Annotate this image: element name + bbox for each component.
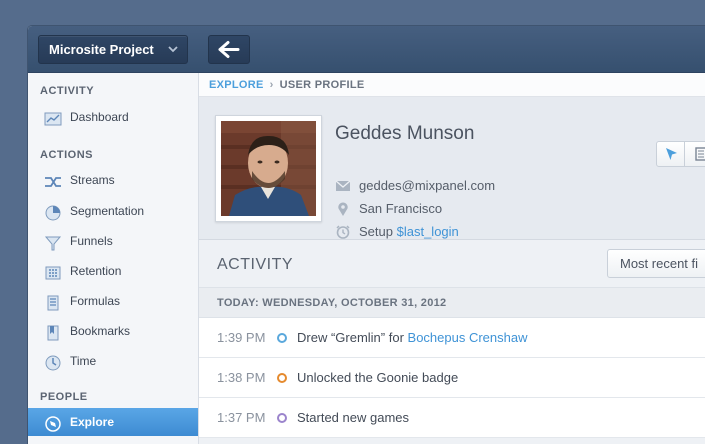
activity-row: 1:38 PM Unlocked the Goonie badge [199,358,705,398]
sidebar-item-time[interactable]: Time [28,347,198,375]
sidebar-item-segmentation[interactable]: Segmentation [28,197,198,225]
sidebar-item-label: Time [70,354,97,368]
circle-icon [277,413,287,423]
cursor-icon [666,148,677,160]
setup-text: Setup $last_login [359,224,459,239]
activity-time: 1:38 PM [217,370,266,385]
project-select[interactable]: Microsite Project [38,35,188,64]
document-icon [695,147,705,161]
user-location: San Francisco [359,201,443,216]
formulas-icon [44,293,62,311]
activity-row: 1:37 PM Started new games [199,398,705,438]
sidebar-item-label: Segmentation [70,204,145,218]
activity-row: 1:39 PM Drew “Gremlin” for Bochepus Cren… [199,318,705,358]
setup-label: Setup [359,224,393,239]
project-name: Microsite Project [49,42,154,57]
breadcrumb: EXPLORE › USER PROFILE [199,73,705,97]
sidebar-item-dashboard[interactable]: Dashboard [28,103,198,131]
user-name: Geddes Munson [335,123,475,144]
section-heading-actions: ACTIONS [40,149,93,161]
sidebar-item-explore[interactable]: Explore [28,408,198,436]
sidebar-item-retention[interactable]: Retention [28,257,198,285]
sidebar-item-label: Formulas [70,294,121,308]
activity-header: ACTIVITY Most recent fi [199,240,705,288]
section-heading-people: PEOPLE [40,391,88,403]
activity-time: 1:39 PM [217,330,266,345]
activity-time: 1:37 PM [217,410,266,425]
breadcrumb-current: USER PROFILE [279,79,365,91]
cursor-button[interactable] [657,142,685,166]
clock-icon [44,353,62,371]
sidebar-item-streams[interactable]: Streams [28,166,198,194]
chevron-right-icon: › [269,79,274,91]
circle-icon [277,373,287,383]
circle-icon [277,333,287,343]
avatar [215,115,322,222]
sort-dropdown-button[interactable]: Most recent fi [607,249,705,278]
chevron-down-icon [168,36,178,74]
funnel-icon [44,233,62,251]
dashboard-icon [44,109,62,126]
explore-icon [44,414,62,432]
activity-description: Started new games [297,410,410,425]
alarm-clock-icon [335,225,351,239]
sidebar: ACTIVITY Dashboard ACTIONS Streams Segme… [28,73,199,444]
activity-description: Unlocked the Goonie badge [297,370,459,385]
sidebar-item-label: Streams [70,173,115,187]
setup-value-link[interactable]: $last_login [397,224,459,239]
streams-icon [44,172,62,188]
retention-icon [44,263,62,280]
envelope-icon [335,179,351,193]
activity-user-link[interactable]: Bochepus Crenshaw [408,330,528,345]
sidebar-item-label: Funnels [70,234,113,248]
activity-text: Drew “Gremlin” for [297,330,404,345]
arrow-left-icon [218,41,240,58]
date-header: TODAY: WEDNESDAY, OCTOBER 31, 2012 [199,288,705,318]
bookmark-icon [44,323,62,341]
sidebar-item-funnels[interactable]: Funnels [28,227,198,255]
segmentation-icon [44,203,62,221]
activity-title: ACTIVITY [217,256,294,273]
app-window: Microsite Project ACTIVITY Dashboard ACT… [28,26,705,444]
user-email: geddes@mixpanel.com [359,178,496,193]
back-button[interactable] [208,35,250,64]
top-bar: Microsite Project [28,26,705,73]
breadcrumb-explore-link[interactable]: EXPLORE [209,79,264,91]
profile-tool-buttons [656,141,705,167]
profile-panel: Geddes Munson geddes@mixpanel.com San Fr… [199,97,705,240]
sidebar-item-bookmarks[interactable]: Bookmarks [28,317,198,345]
view-button[interactable] [686,142,705,166]
sidebar-item-label: Retention [70,264,122,278]
activity-description: Drew “Gremlin” for Bochepus Crenshaw [297,318,528,358]
section-heading-activity: ACTIVITY [40,85,95,97]
sidebar-item-label: Dashboard [70,110,129,124]
map-pin-icon [335,202,351,216]
sidebar-item-label: Explore [70,415,115,429]
sidebar-item-label: Bookmarks [70,324,131,338]
sidebar-item-formulas[interactable]: Formulas [28,287,198,315]
